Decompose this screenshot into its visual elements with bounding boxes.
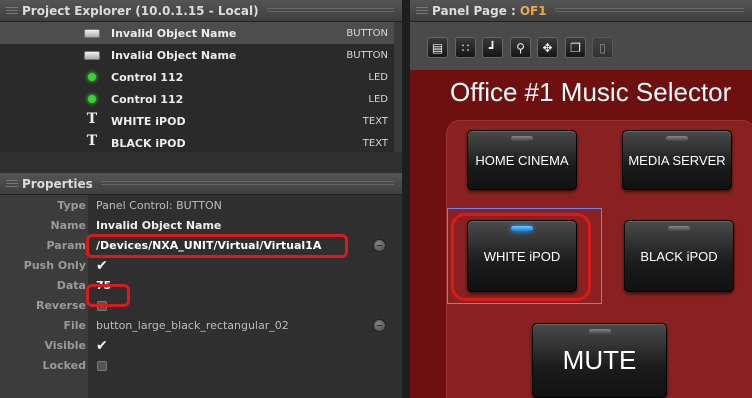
button-label: BLACK iPOD (640, 248, 718, 264)
button-indicator (588, 329, 611, 334)
text-icon: T (86, 111, 98, 127)
property-row-type: Type Panel Control: BUTTON (0, 195, 402, 215)
param-highlight (86, 234, 348, 258)
canvas-title: Office #1 Music Selector (450, 77, 732, 107)
panel-canvas[interactable]: Office #1 Music Selector HOME CINEMA MED… (410, 70, 752, 398)
panel-page-name: OF1 (519, 3, 547, 18)
mute-button[interactable]: MUTE (532, 323, 667, 398)
project-tree[interactable]: Invalid Object Name BUTTON Invalid Objec… (0, 22, 394, 152)
property-row-locked: Locked (0, 355, 402, 375)
button-indicator-active (511, 226, 533, 231)
property-row-name: Name Invalid Object Name (0, 215, 402, 235)
tree-row[interactable]: Control 112 LED (0, 66, 394, 88)
tree-item-kind: TEXT (362, 115, 388, 127)
black-ipod-button[interactable]: BLACK iPOD (624, 220, 734, 292)
button-indicator (511, 136, 533, 141)
left-column: Project Explorer (10.0.1.15 - Local) Inv… (0, 0, 402, 398)
tree-item-name: BLACK iPOD (111, 136, 186, 150)
tree-item-kind: LED (368, 71, 388, 83)
tree-item-name: WHITE iPOD (111, 114, 186, 128)
align-icon[interactable]: ┛ (482, 37, 503, 58)
property-label: Locked (42, 358, 86, 372)
copy-icon[interactable]: ❐ (565, 37, 586, 58)
panel-splitter[interactable] (402, 0, 410, 398)
file-browse-icon[interactable] (373, 319, 386, 332)
media-server-button[interactable]: MEDIA SERVER (622, 130, 732, 190)
property-row-visible: Visible ✔ (0, 335, 402, 355)
led-icon (84, 93, 100, 105)
panel-page-titlebar[interactable]: Panel Page : OF1 (410, 0, 752, 22)
tree-item-name: Invalid Object Name (111, 26, 237, 40)
grip-icon (416, 6, 428, 15)
property-label: Param (46, 238, 87, 252)
project-explorer-titlebar[interactable]: Project Explorer (10.0.1.15 - Local) (0, 0, 402, 22)
paste-icon[interactable]: ▯ (592, 37, 613, 58)
tree-item-kind: BUTTON (346, 27, 388, 39)
property-label: Visible (44, 338, 86, 352)
properties-title: Properties (22, 176, 93, 191)
project-explorer-title: Project Explorer (10.0.1.15 - Local) (22, 3, 259, 18)
type-value: Panel Control: BUTTON (96, 198, 222, 212)
tree-item-name: Invalid Object Name (111, 48, 237, 62)
panel-page: Panel Page : OF1 ▤ ∷ ┛ ⚲ ✥ ❐ ▯ Office #1… (410, 0, 752, 398)
name-value[interactable]: Invalid Object Name (96, 219, 221, 232)
push-only-checkbox[interactable]: ✔ (96, 258, 108, 274)
panel-toolbar: ▤ ∷ ┛ ⚲ ✥ ❐ ▯ (410, 22, 752, 70)
properties-panel: Properties Type Panel Control: BUTTON Na… (0, 173, 402, 398)
button-label: MEDIA SERVER (628, 152, 726, 168)
tree-item-kind: TEXT (362, 137, 388, 149)
button-icon (84, 51, 100, 60)
grid-icon[interactable]: ∷ (455, 37, 476, 58)
property-row-push-only: Push Only ✔ (0, 255, 402, 275)
move-icon[interactable]: ✥ (537, 37, 558, 58)
grip-icon (6, 6, 18, 15)
button-icon (84, 29, 100, 38)
visible-checkbox[interactable]: ✔ (96, 338, 108, 354)
property-label: Type (57, 198, 86, 212)
property-grid: Type Panel Control: BUTTON Name Invalid … (0, 195, 402, 398)
param-browse-icon[interactable] (373, 239, 386, 252)
button-label: MUTE (562, 345, 637, 375)
white-ipod-button[interactable]: WHITE iPOD (467, 220, 577, 292)
properties-titlebar[interactable]: Properties (0, 173, 402, 195)
panel-page-title: Panel Page : (432, 3, 516, 18)
tree-row[interactable]: Invalid Object Name BUTTON (0, 44, 394, 66)
file-value[interactable]: button_large_black_rectangular_02 (96, 319, 289, 332)
titlebar-grip-fill (266, 7, 394, 14)
property-row-file: File button_large_black_rectangular_02 (0, 315, 402, 335)
button-label: WHITE iPOD (483, 248, 561, 264)
tree-item-name: Control 112 (111, 70, 184, 84)
titlebar-grip-fill (554, 7, 744, 14)
tree-item-name: Control 112 (111, 92, 184, 106)
tree-row[interactable]: Control 112 LED (0, 88, 394, 110)
tree-row[interactable]: Invalid Object Name BUTTON (0, 22, 394, 44)
project-explorer-panel: Project Explorer (10.0.1.15 - Local) Inv… (0, 0, 402, 163)
led-icon (84, 71, 100, 83)
button-indicator (668, 226, 690, 231)
property-label: File (63, 318, 86, 332)
grip-icon (6, 179, 18, 188)
property-label: Name (50, 218, 86, 232)
layout-icon[interactable]: ▤ (427, 37, 448, 58)
button-label: HOME CINEMA (475, 152, 569, 168)
button-indicator (666, 136, 688, 141)
tree-item-kind: LED (368, 93, 388, 105)
locked-checkbox[interactable] (97, 361, 107, 371)
tree-item-kind: BUTTON (346, 49, 388, 61)
property-row-data: Data 75 (0, 275, 402, 295)
property-label: Reverse (36, 298, 86, 312)
property-row-reverse: Reverse (0, 295, 402, 315)
titlebar-grip-fill (100, 180, 394, 187)
data-highlight (86, 284, 130, 307)
tree-row[interactable]: T WHITE iPOD TEXT (0, 110, 394, 132)
property-label: Data (56, 278, 86, 292)
zoom-icon[interactable]: ⚲ (510, 37, 531, 58)
tree-scrollbar[interactable] (394, 22, 402, 152)
property-label: Push Only (23, 258, 86, 272)
tree-row[interactable]: T BLACK iPOD TEXT (0, 132, 394, 152)
text-icon: T (86, 133, 98, 149)
home-cinema-button[interactable]: HOME CINEMA (467, 130, 577, 190)
